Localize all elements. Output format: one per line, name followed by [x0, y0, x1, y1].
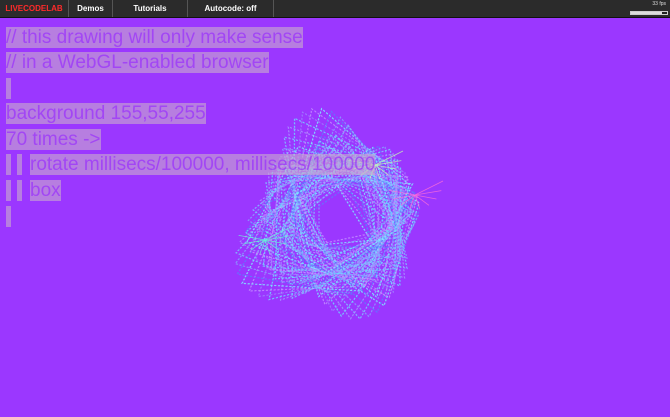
text-cursor — [6, 206, 11, 227]
tutorials-menu[interactable]: Tutorials — [113, 0, 188, 17]
logo[interactable]: LIVECODELAB — [0, 0, 69, 17]
code-line-6[interactable]: rotate millisecs/100000, millisecs/10000… — [30, 154, 376, 176]
indent-marker — [17, 180, 22, 201]
code-line-7[interactable]: box — [30, 180, 61, 202]
code-line-1[interactable]: // this drawing will only make sense — [6, 27, 303, 49]
code-editor[interactable]: // this drawing will only make sense // … — [0, 0, 670, 417]
fps-meter-fill — [631, 12, 662, 14]
indent-marker — [17, 154, 22, 175]
indent-marker — [6, 180, 11, 201]
code-line-2[interactable]: // in a WebGL-enabled browser — [6, 52, 269, 74]
indent-marker — [6, 154, 11, 175]
code-line-4[interactable]: background 155,55,255 — [6, 103, 206, 125]
top-menu-bar: LIVECODELAB Demos Tutorials Autocode: of… — [0, 0, 670, 18]
code-line-5[interactable]: 70 times -> — [6, 129, 101, 151]
autocode-toggle[interactable]: Autocode: off — [188, 0, 274, 17]
demos-menu[interactable]: Demos — [69, 0, 113, 17]
fps-meter — [630, 11, 668, 15]
fps-counter: 33 fps — [652, 1, 666, 7]
empty-line-marker — [6, 78, 11, 99]
